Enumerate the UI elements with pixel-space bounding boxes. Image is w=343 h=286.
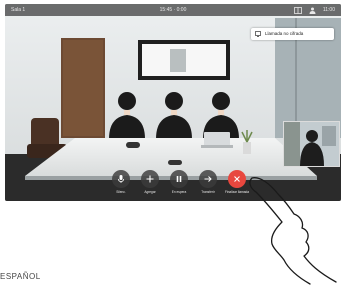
language-label: ESPAÑOL [0, 272, 41, 281]
screen-share-icon [255, 31, 261, 37]
add-control[interactable]: Agregar [138, 169, 162, 199]
call-duration: 15:45 · 0:00 [159, 7, 187, 13]
participants-icon[interactable] [309, 7, 316, 14]
transfer-button[interactable] [199, 170, 217, 188]
layout-icon[interactable] [293, 6, 302, 14]
encryption-notification: Llamada no cifrada [251, 28, 334, 40]
microphone-icon [118, 175, 124, 183]
self-view-video[interactable] [283, 121, 340, 167]
notification-text: Llamada no cifrada [265, 31, 304, 36]
plus-icon [146, 175, 154, 183]
top-status-bar: Sala 1 15:45 · 0:00 11:00 [5, 4, 341, 16]
hold-button[interactable] [170, 170, 188, 188]
hold-control[interactable]: En espera [167, 169, 191, 199]
mute-control[interactable]: Silenc. [109, 169, 133, 199]
arrow-right-icon [204, 176, 212, 182]
transfer-control[interactable]: Transferir [196, 169, 220, 199]
self-view-image [284, 122, 339, 166]
add-button[interactable] [141, 170, 159, 188]
pointing-hand-illustration [249, 177, 337, 285]
pause-icon [176, 176, 182, 182]
clock: 11:00 [322, 7, 335, 13]
mute-button[interactable] [112, 170, 130, 188]
